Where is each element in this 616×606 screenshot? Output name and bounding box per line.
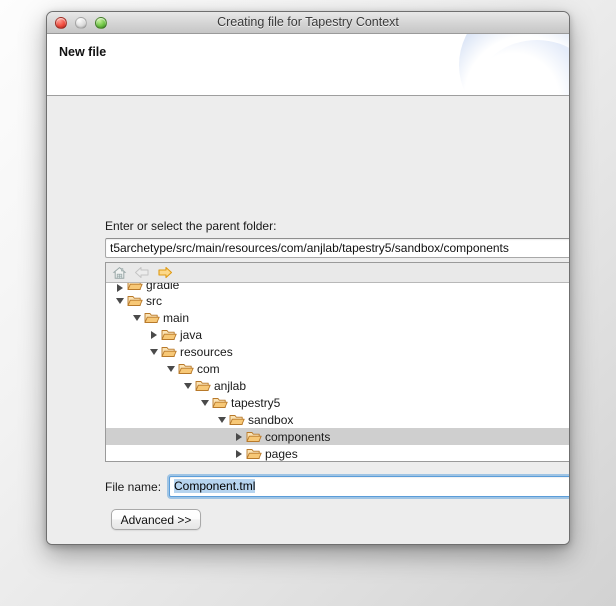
parent-folder-label: Enter or select the parent folder: (105, 219, 277, 233)
expand-triangle-icon[interactable] (112, 284, 127, 292)
tree-row[interactable]: src (106, 292, 569, 309)
tree-row[interactable]: pages (106, 445, 569, 461)
tree-row-label: resources (180, 344, 233, 359)
tree-row[interactable]: gradle (106, 283, 569, 292)
expand-triangle-icon[interactable] (231, 432, 246, 441)
file-name-label: File name: (105, 480, 162, 494)
dialog-window: Creating file for Tapestry Context New f… (46, 11, 570, 545)
wizard-header-banner: New file (47, 34, 569, 96)
collapse-triangle-icon[interactable] (197, 399, 212, 406)
forward-arrow-icon[interactable] (156, 265, 174, 281)
collapse-triangle-icon[interactable] (163, 365, 178, 372)
tree-row-label: sandbox (248, 412, 294, 427)
title-bar: Creating file for Tapestry Context (47, 12, 569, 34)
tree-row-label: java (180, 327, 203, 342)
wizard-body: Enter or select the parent folder: t5arc… (47, 96, 569, 544)
file-name-input[interactable]: Component.tml (169, 476, 569, 497)
tree-row-label: com (197, 361, 220, 376)
folder-icon (178, 362, 194, 376)
folder-icon (127, 294, 143, 308)
back-arrow-icon (133, 265, 151, 281)
collapse-triangle-icon[interactable] (146, 348, 161, 355)
tree-row-label: main (163, 310, 190, 325)
parent-folder-input[interactable]: t5archetype/src/main/resources/com/anjla… (105, 238, 569, 258)
tree-row[interactable]: sandbox (106, 411, 569, 428)
collapse-triangle-icon[interactable] (180, 382, 195, 389)
window-title: Creating file for Tapestry Context (217, 15, 399, 29)
file-name-value: Component.tml (174, 479, 256, 493)
folder-icon (195, 379, 211, 393)
collapse-triangle-icon[interactable] (214, 416, 229, 423)
tree-row-label: tapestry5 (231, 395, 281, 410)
tree-row[interactable]: resources (106, 343, 569, 360)
page-title: New file (59, 45, 107, 59)
tree-row-label: gradle (146, 283, 180, 292)
folder-icon (212, 396, 228, 410)
tree-row-label: pages (265, 446, 298, 461)
collapse-triangle-icon[interactable] (112, 297, 127, 304)
folder-icon (246, 430, 262, 444)
tree-row[interactable]: tapestry5 (106, 394, 569, 411)
folder-icon (127, 283, 143, 292)
tree-row-label: anjlab (214, 378, 247, 393)
tree-row[interactable]: anjlab (106, 377, 569, 394)
folder-icon (246, 447, 262, 461)
folder-icon (161, 345, 177, 359)
folder-icon (144, 311, 160, 325)
tree-row[interactable]: java (106, 326, 569, 343)
tree-row-label: src (146, 293, 162, 308)
tree-row-label: components (265, 429, 331, 444)
tree-rows: gradle src main java resources com anjlab tapes… (106, 283, 569, 461)
advanced-button[interactable]: Advanced >> (111, 509, 201, 530)
tree-row[interactable]: com (106, 360, 569, 377)
tree-row[interactable]: components (106, 428, 569, 445)
home-icon[interactable] (110, 265, 128, 281)
expand-triangle-icon[interactable] (146, 330, 161, 339)
tree-toolbar (106, 263, 569, 283)
folder-tree[interactable]: gradle src main java resources com anjlab tapes… (105, 262, 569, 462)
folder-icon (161, 328, 177, 342)
tree-row[interactable]: main (106, 309, 569, 326)
collapse-triangle-icon[interactable] (129, 314, 144, 321)
expand-triangle-icon[interactable] (231, 449, 246, 458)
folder-icon (229, 413, 245, 427)
